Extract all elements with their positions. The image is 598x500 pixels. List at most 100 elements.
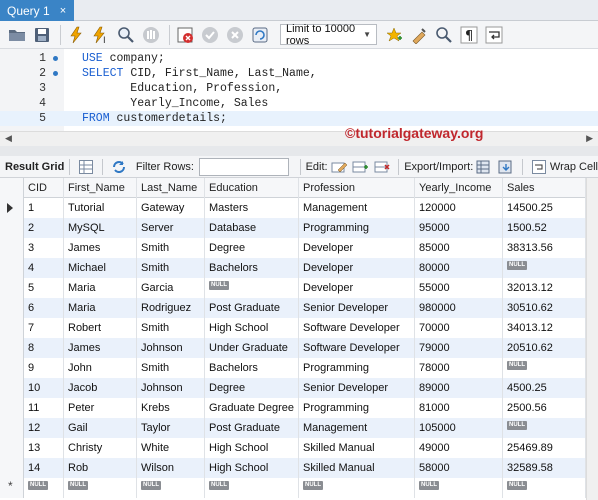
grid-cell[interactable]: Management <box>299 418 415 438</box>
grid-cell[interactable]: 10 <box>24 378 64 398</box>
grid-cell[interactable]: Johnson <box>137 338 205 358</box>
grid-cell[interactable]: Maria <box>64 278 137 298</box>
grid-cell[interactable]: 8 <box>24 338 64 358</box>
column-header-first-name[interactable]: First_Name <box>64 178 137 198</box>
beautify-icon[interactable] <box>408 24 430 46</box>
grid-cell[interactable]: Developer <box>299 258 415 278</box>
grid-cell[interactable]: 70000 <box>415 318 503 338</box>
grid-cell[interactable]: 32589.58 <box>503 458 586 478</box>
grid-cell[interactable]: Tutorial <box>64 198 137 218</box>
grid-cell[interactable]: Jacob <box>64 378 137 398</box>
row-selector[interactable] <box>0 338 24 358</box>
grid-cell[interactable]: Garcia <box>137 278 205 298</box>
table-row[interactable]: 4 Michael Smith Bachelors Developer 80000 NULL <box>0 258 586 278</box>
row-selector[interactable] <box>0 418 24 438</box>
grid-cell[interactable]: NULL <box>503 418 586 438</box>
grid-cell[interactable]: James <box>64 238 137 258</box>
grid-cell[interactable]: Senior Developer <box>299 298 415 318</box>
row-selector[interactable] <box>0 278 24 298</box>
grid-cell[interactable]: 25469.89 <box>503 438 586 458</box>
grid-cell[interactable]: Johnson <box>137 378 205 398</box>
grid-cell[interactable]: 13 <box>24 438 64 458</box>
grid-cell[interactable]: NULL <box>415 478 503 498</box>
panel-divider[interactable] <box>0 146 598 156</box>
grid-cell[interactable]: 34013.12 <box>503 318 586 338</box>
grid-cell[interactable]: White <box>137 438 205 458</box>
grid-cell[interactable]: Post Graduate <box>205 418 299 438</box>
grid-cell[interactable]: Gateway <box>137 198 205 218</box>
table-row[interactable]: 13 Christy White High School Skilled Manual 4… <box>0 438 586 458</box>
favorite-icon[interactable] <box>383 24 405 46</box>
grid-cell[interactable]: 58000 <box>415 458 503 478</box>
column-header-education[interactable]: Education <box>205 178 299 198</box>
grid-cell[interactable]: Skilled Manual <box>299 438 415 458</box>
grid-cell[interactable]: NULL <box>503 258 586 278</box>
edit-row-icon[interactable] <box>330 157 348 177</box>
grid-cell[interactable]: 11 <box>24 398 64 418</box>
grid-cell[interactable]: High School <box>205 318 299 338</box>
grid-cell[interactable]: 4500.25 <box>503 378 586 398</box>
table-row[interactable]: 1 Tutorial Gateway Masters Management 120000 1… <box>0 198 586 218</box>
row-selector[interactable] <box>0 298 24 318</box>
table-row[interactable]: 2 MySQL Server Database Programming 95000 1500… <box>0 218 586 238</box>
grid-cell[interactable]: Developer <box>299 238 415 258</box>
grid-cell[interactable]: NULL <box>503 478 586 498</box>
grid-cell[interactable]: NULL <box>137 478 205 498</box>
row-selector[interactable] <box>0 218 24 238</box>
grid-cell[interactable]: NULL <box>299 478 415 498</box>
grid-cell[interactable]: Database <box>205 218 299 238</box>
grid-cell[interactable]: 30510.62 <box>503 298 586 318</box>
grid-cell[interactable]: 6 <box>24 298 64 318</box>
grid-cell[interactable]: Degree <box>205 238 299 258</box>
grid-cell[interactable]: 95000 <box>415 218 503 238</box>
row-selector[interactable] <box>0 378 24 398</box>
row-selector[interactable] <box>0 438 24 458</box>
tab-query-1[interactable]: Query 1 × <box>0 0 74 21</box>
grid-cell[interactable]: NULL <box>503 358 586 378</box>
grid-cell[interactable]: Bachelors <box>205 258 299 278</box>
import-icon[interactable] <box>497 157 515 177</box>
result-grid-label[interactable]: Result Grid <box>5 161 64 173</box>
grid-cell[interactable]: 14 <box>24 458 64 478</box>
grid-cell[interactable]: 78000 <box>415 358 503 378</box>
folder-open-icon[interactable] <box>6 24 28 46</box>
autocommit-icon[interactable] <box>249 24 271 46</box>
grid-cell[interactable]: 980000 <box>415 298 503 318</box>
editor-horizontal-scrollbar[interactable]: ◀ ▶ <box>0 131 598 146</box>
grid-cell[interactable]: 2500.56 <box>503 398 586 418</box>
grid-cell[interactable]: Wilson <box>137 458 205 478</box>
grid-cell[interactable]: 55000 <box>415 278 503 298</box>
grid-cell[interactable]: 5 <box>24 278 64 298</box>
wrap-icon[interactable] <box>483 24 505 46</box>
table-row[interactable]: 11 Peter Krebs Graduate Degree Programming 81… <box>0 398 586 418</box>
table-row[interactable]: 5 Maria Garcia NULL Developer 55000 32013.12 <box>0 278 586 298</box>
grid-cell[interactable]: James <box>64 338 137 358</box>
grid-cell[interactable]: Christy <box>64 438 137 458</box>
grid-cell[interactable]: Maria <box>64 298 137 318</box>
row-selector[interactable] <box>0 238 24 258</box>
grid-cell[interactable]: Software Developer <box>299 338 415 358</box>
commit-icon[interactable] <box>199 24 221 46</box>
grid-cell[interactable]: Under Graduate <box>205 338 299 358</box>
grid-cell[interactable]: Masters <box>205 198 299 218</box>
grid-cell[interactable]: 80000 <box>415 258 503 278</box>
column-header-cid[interactable]: CID <box>24 178 64 198</box>
column-header-sales[interactable]: Sales <box>503 178 586 198</box>
limit-rows-select[interactable]: Limit to 10000 rows ▼ <box>280 23 377 47</box>
grid-cell[interactable]: 1500.52 <box>503 218 586 238</box>
row-selector[interactable] <box>0 458 24 478</box>
stop-icon[interactable] <box>140 24 162 46</box>
close-tab-icon[interactable]: × <box>60 5 66 17</box>
grid-cell[interactable]: Rob <box>64 458 137 478</box>
grid-cell[interactable]: Robert <box>64 318 137 338</box>
grid-cell[interactable]: 81000 <box>415 398 503 418</box>
grid-cell[interactable]: Smith <box>137 358 205 378</box>
table-row[interactable]: 9 John Smith Bachelors Programming 78000 NULL <box>0 358 586 378</box>
grid-cell[interactable]: Senior Developer <box>299 378 415 398</box>
row-selector[interactable] <box>0 398 24 418</box>
row-selector[interactable]: * <box>0 478 24 498</box>
grid-cell[interactable]: Graduate Degree <box>205 398 299 418</box>
grid-cell[interactable]: MySQL <box>64 218 137 238</box>
row-selector[interactable] <box>0 318 24 338</box>
find-icon[interactable] <box>433 24 455 46</box>
